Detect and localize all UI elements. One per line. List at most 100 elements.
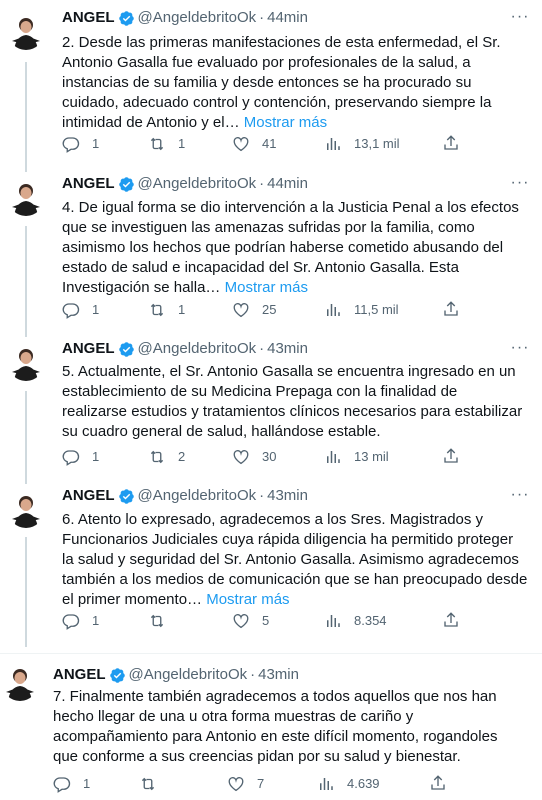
more-options-icon[interactable]: ···	[510, 487, 530, 508]
verified-badge-icon	[109, 667, 126, 684]
views-button[interactable]: 8.354	[324, 611, 387, 631]
heart-icon	[228, 777, 244, 792]
retweet-count: 1	[178, 302, 186, 317]
separator-dot: ·	[259, 9, 265, 26]
analytics-icon	[327, 304, 340, 316]
reply-icon	[62, 614, 80, 630]
retweet-icon	[150, 137, 164, 151]
retweet-button[interactable]: 1	[148, 300, 185, 320]
tweet-header: ANGEL @AngeldebritoOk · 43min	[53, 665, 299, 685]
more-options-icon[interactable]: ···	[510, 340, 530, 361]
show-more-link[interactable]: Mostrar más	[206, 591, 289, 608]
retweet-button[interactable]	[139, 774, 169, 794]
author-name[interactable]: ANGEL	[62, 339, 115, 359]
author-name[interactable]: ANGEL	[62, 8, 115, 28]
timestamp[interactable]: 44min	[267, 8, 308, 28]
avatar[interactable]	[2, 665, 38, 701]
retweet-button[interactable]	[148, 611, 178, 631]
tweet-header: ANGEL @AngeldebritoOk · 44min	[62, 8, 308, 28]
more-options-icon[interactable]: ···	[510, 175, 530, 196]
analytics-icon	[320, 778, 333, 790]
views-button[interactable]: 13,1 mil	[324, 134, 400, 154]
avatar[interactable]	[8, 345, 44, 381]
reply-button[interactable]: 1	[53, 774, 90, 794]
retweet-button[interactable]: 2	[148, 447, 185, 467]
tweet[interactable]: ANGEL @AngeldebritoOk · 43min ··· 5. Act…	[0, 337, 542, 484]
author-name[interactable]: ANGEL	[62, 174, 115, 194]
author-handle[interactable]: @AngeldebritoOk	[138, 339, 257, 359]
reply-button[interactable]: 1	[62, 134, 99, 154]
like-button[interactable]: 5	[232, 611, 269, 631]
author-handle[interactable]: @AngeldebritoOk	[138, 486, 257, 506]
tweet[interactable]: ANGEL @AngeldebritoOk · 44min ··· 2. Des…	[0, 0, 542, 172]
tweet-text-block: 4. De igual forma se dio intervención a …	[62, 198, 528, 298]
divider	[0, 653, 542, 654]
tweet-header: ANGEL @AngeldebritoOk · 43min	[62, 486, 308, 506]
share-button[interactable]	[442, 300, 460, 318]
tweet-actions: 1 5 8.354	[62, 611, 532, 631]
share-button[interactable]	[442, 134, 460, 152]
timestamp[interactable]: 44min	[267, 174, 308, 194]
reply-button[interactable]: 1	[62, 611, 99, 631]
share-icon	[444, 448, 458, 463]
share-icon	[444, 135, 458, 150]
views-button[interactable]: 4.639	[317, 774, 380, 794]
author-name[interactable]: ANGEL	[53, 665, 106, 685]
separator-dot: ·	[250, 666, 256, 683]
separator-dot: ·	[259, 175, 265, 192]
timestamp[interactable]: 43min	[267, 486, 308, 506]
views-button[interactable]: 11,5 mil	[324, 300, 399, 320]
views-button[interactable]: 13 mil	[324, 447, 389, 467]
like-button[interactable]: 41	[232, 134, 276, 154]
tweet-header: ANGEL @AngeldebritoOk · 44min	[62, 174, 308, 194]
author-name[interactable]: ANGEL	[62, 486, 115, 506]
reply-button[interactable]: 1	[62, 300, 99, 320]
avatar[interactable]	[8, 14, 44, 50]
show-more-link[interactable]: Mostrar más	[225, 279, 308, 296]
verified-badge-icon	[118, 341, 135, 358]
avatar[interactable]	[8, 492, 44, 528]
tweet[interactable]: ANGEL @AngeldebritoOk · 43min ··· 6. Ate…	[0, 484, 542, 647]
like-button[interactable]: 30	[232, 447, 276, 467]
tweet-actions: 1 2 30 13 mil	[62, 447, 532, 467]
retweet-button[interactable]: 1	[148, 134, 185, 154]
timestamp[interactable]: 43min	[267, 339, 308, 359]
analytics-icon	[327, 615, 340, 627]
author-handle[interactable]: @AngeldebritoOk	[129, 665, 248, 685]
tweet-text: 5. Actualmente, el Sr. Antonio Gasalla s…	[62, 363, 523, 440]
separator-dot: ·	[259, 487, 265, 504]
heart-icon	[233, 137, 249, 152]
tweet[interactable]: ANGEL @AngeldebritoOk · 44min ··· 4. De …	[0, 172, 542, 337]
view-count: 8.354	[354, 613, 387, 628]
more-options-icon[interactable]: ···	[510, 9, 530, 30]
like-count: 41	[262, 136, 277, 151]
tweet[interactable]: ANGEL @AngeldebritoOk · 43min 7. Finalme…	[0, 647, 542, 800]
like-button[interactable]: 25	[232, 300, 276, 320]
share-button[interactable]	[429, 774, 447, 792]
avatar[interactable]	[8, 180, 44, 216]
share-button[interactable]	[442, 447, 460, 465]
author-handle[interactable]: @AngeldebritoOk	[138, 8, 257, 28]
show-more-link[interactable]: Mostrar más	[244, 114, 327, 131]
tweet-actions: 1 7 4.639	[53, 774, 523, 794]
verified-badge-icon	[118, 488, 135, 505]
share-button[interactable]	[442, 611, 460, 629]
tweet-text-block: 7. Finalmente también agradecemos a todo…	[53, 687, 523, 767]
tweet-thread: ANGEL @AngeldebritoOk · 44min ··· 2. Des…	[0, 0, 542, 800]
reply-button[interactable]: 1	[62, 447, 99, 467]
retweet-count: 1	[178, 136, 186, 151]
heart-icon	[233, 303, 249, 318]
like-button[interactable]: 7	[227, 774, 264, 794]
author-handle[interactable]: @AngeldebritoOk	[138, 174, 257, 194]
tweet-text-block: 2. Desde las primeras manifestaciones de…	[62, 33, 524, 133]
separator-dot: ·	[259, 340, 265, 357]
verified-badge-icon	[118, 10, 135, 27]
like-count: 25	[262, 302, 277, 317]
timestamp[interactable]: 43min	[258, 665, 299, 685]
reply-count: 1	[92, 613, 100, 628]
reply-count: 1	[92, 449, 100, 464]
tweet-text: 6. Atento lo expresado, agradecemos a lo…	[62, 511, 528, 608]
view-count: 11,5 mil	[354, 302, 399, 317]
retweet-icon	[150, 614, 164, 628]
share-icon	[444, 301, 458, 316]
